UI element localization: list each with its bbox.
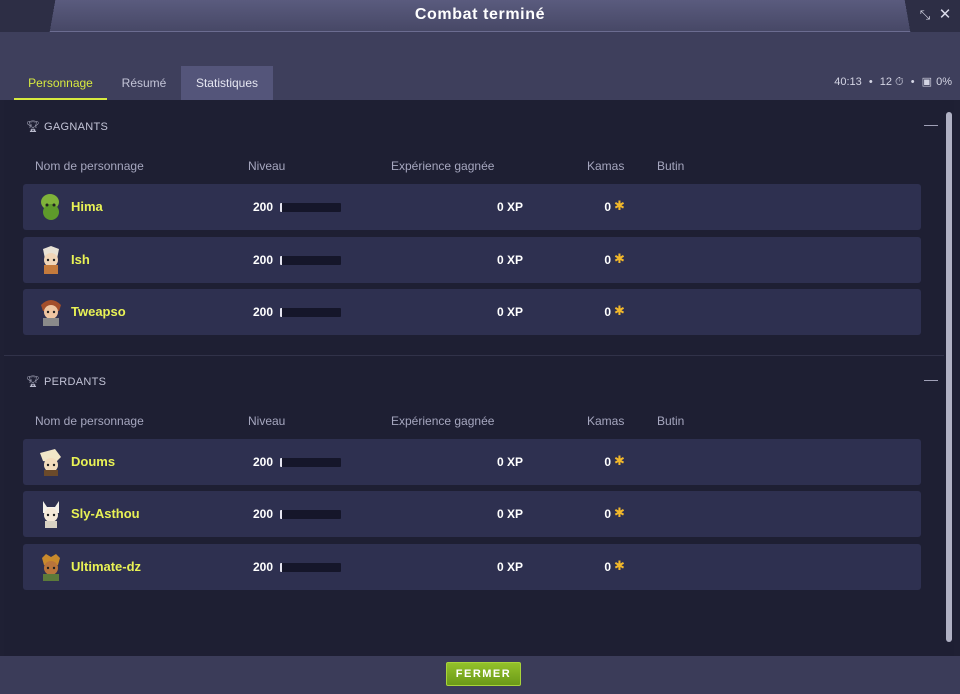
- xp-gained: 0 XP: [496, 455, 523, 469]
- trophy-icon: 🏆︎: [26, 121, 41, 133]
- kama-icon: ✱: [614, 198, 625, 213]
- character-avatar: [42, 554, 60, 581]
- separator: •: [868, 76, 873, 88]
- table-row[interactable]: Ultimate-dz 200 0 XP 0 ✱: [23, 544, 921, 590]
- col-xp: Expérience gagnée: [391, 159, 495, 173]
- xp-progress-bar: [280, 563, 341, 572]
- kamas-gained: 0: [604, 455, 611, 469]
- character-name[interactable]: Hima: [71, 199, 103, 214]
- xp-progress-bar: [280, 256, 341, 265]
- character-level: 200: [253, 560, 274, 574]
- xp-gained: 0 XP: [496, 305, 523, 319]
- character-level: 200: [253, 253, 274, 267]
- fight-duration: 40:13: [834, 76, 862, 88]
- col-xp: Expérience gagnée: [391, 414, 495, 428]
- table-row[interactable]: Hima 200 0 XP 0 ✱: [23, 184, 921, 230]
- turn-count: 12 ⏱: [879, 76, 904, 88]
- xp-progress-bar: [280, 308, 341, 317]
- winners-title: 🏆︎ GAGNANTS: [26, 121, 109, 133]
- character-name[interactable]: Doums: [71, 454, 115, 469]
- col-level: Niveau: [248, 414, 286, 428]
- losers-title: 🏆︎ PERDANTS: [26, 376, 107, 388]
- character-name[interactable]: Ultimate-dz: [71, 559, 141, 574]
- col-name: Nom de personnage: [35, 414, 144, 428]
- kamas-gained: 0: [604, 560, 611, 574]
- col-loot: Butin: [657, 414, 685, 428]
- xp-progress-bar: [280, 458, 341, 467]
- tab-header: Personnage Résumé Statistiques 40:13 • 1…: [0, 32, 960, 100]
- character-level: 200: [253, 305, 274, 319]
- character-level: 200: [253, 200, 274, 214]
- kama-icon: ✱: [614, 505, 625, 520]
- character-level: 200: [253, 507, 274, 521]
- character-name[interactable]: Tweapso: [71, 304, 126, 319]
- kamas-gained: 0: [604, 305, 611, 319]
- table-row[interactable]: Doums 200 0 XP 0 ✱: [23, 439, 921, 485]
- kama-icon: ✱: [614, 251, 625, 266]
- fight-info: 40:13 • 12 ⏱ • ▣ 0%: [830, 75, 952, 89]
- col-level: Niveau: [248, 159, 286, 173]
- title-bar: Combat terminé ⤡ ✕: [0, 0, 960, 32]
- table-row[interactable]: Tweapso 200 0 XP 0 ✱: [23, 289, 921, 335]
- table-row[interactable]: Ish 200 0 XP 0 ✱: [23, 237, 921, 283]
- scrollbar-thumb[interactable]: [946, 112, 952, 642]
- close-icon[interactable]: ✕: [937, 7, 953, 23]
- scrollbar[interactable]: [946, 112, 952, 642]
- xp-gained: 0 XP: [496, 200, 523, 214]
- result-content: 🏆︎ GAGNANTS — Nom de personnage Niveau Ex…: [4, 100, 954, 656]
- tab-personnage[interactable]: Personnage: [14, 66, 107, 100]
- window-title: Combat terminé: [414, 6, 546, 23]
- kama-icon: ✱: [614, 558, 625, 573]
- character-avatar: [41, 300, 61, 326]
- minimize-icon[interactable]: ⤡: [917, 7, 933, 23]
- drop-percent: 0%: [936, 76, 952, 88]
- col-kamas: Kamas: [587, 159, 625, 173]
- character-name[interactable]: Ish: [71, 252, 90, 267]
- chest-icon: ▣: [921, 76, 933, 88]
- col-loot: Butin: [657, 159, 685, 173]
- character-level: 200: [253, 455, 274, 469]
- kamas-gained: 0: [604, 200, 611, 214]
- col-name: Nom de personnage: [35, 159, 144, 173]
- combat-result-window: Combat terminé ⤡ ✕ Personnage Résumé Sta…: [0, 0, 960, 694]
- character-avatar: [43, 501, 59, 528]
- separator: •: [910, 76, 915, 88]
- kamas-gained: 0: [604, 253, 611, 267]
- tab-statistiques[interactable]: Statistiques: [181, 66, 273, 100]
- footer: FERMER: [0, 656, 960, 694]
- character-name[interactable]: Sly-Asthou: [71, 506, 140, 521]
- close-button[interactable]: FERMER: [446, 662, 521, 686]
- kamas-gained: 0: [604, 507, 611, 521]
- xp-gained: 0 XP: [496, 507, 523, 521]
- tab-resume[interactable]: Résumé: [109, 66, 179, 100]
- collapse-losers-button[interactable]: —: [924, 371, 938, 387]
- kama-icon: ✱: [614, 303, 625, 318]
- col-kamas: Kamas: [587, 414, 625, 428]
- section-divider: [4, 355, 944, 356]
- character-avatar: [43, 246, 59, 274]
- collapse-winners-button[interactable]: —: [924, 116, 938, 132]
- xp-gained: 0 XP: [496, 560, 523, 574]
- xp-gained: 0 XP: [496, 253, 523, 267]
- xp-progress-bar: [280, 510, 341, 519]
- table-row[interactable]: Sly-Asthou 200 0 XP 0 ✱: [23, 491, 921, 537]
- xp-progress-bar: [280, 203, 341, 212]
- trophy-icon: 🏆︎: [26, 376, 41, 388]
- character-avatar: [40, 449, 61, 476]
- character-avatar: [41, 194, 59, 220]
- kama-icon: ✱: [614, 453, 625, 468]
